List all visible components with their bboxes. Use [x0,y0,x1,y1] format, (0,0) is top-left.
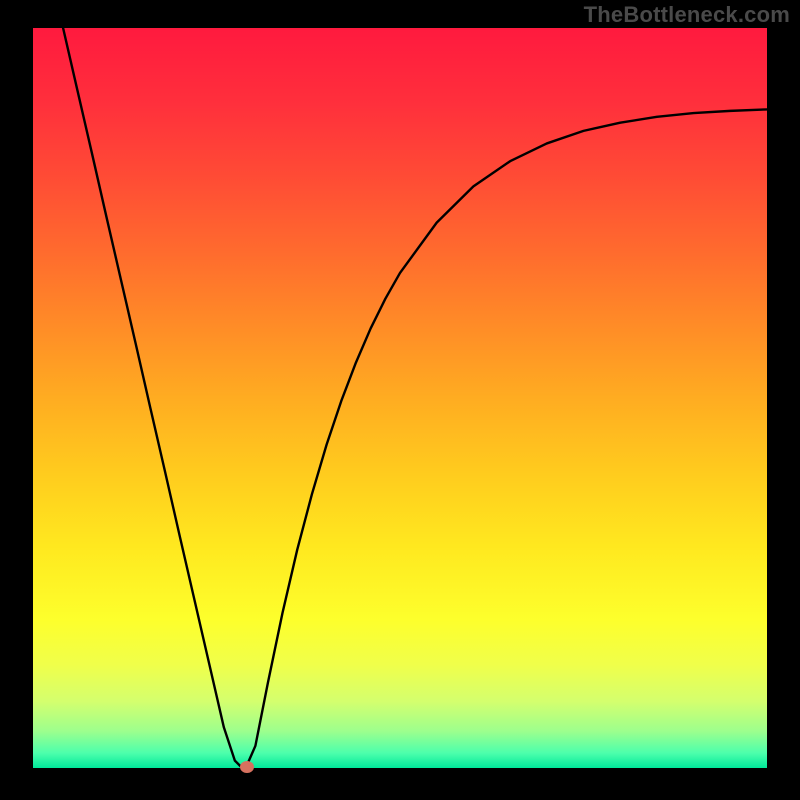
bottleneck-marker [240,761,254,773]
plot-area [33,28,767,768]
watermark-text: TheBottleneck.com [584,2,790,28]
chart-svg [33,28,767,768]
chart-outer-frame: TheBottleneck.com [0,0,800,800]
